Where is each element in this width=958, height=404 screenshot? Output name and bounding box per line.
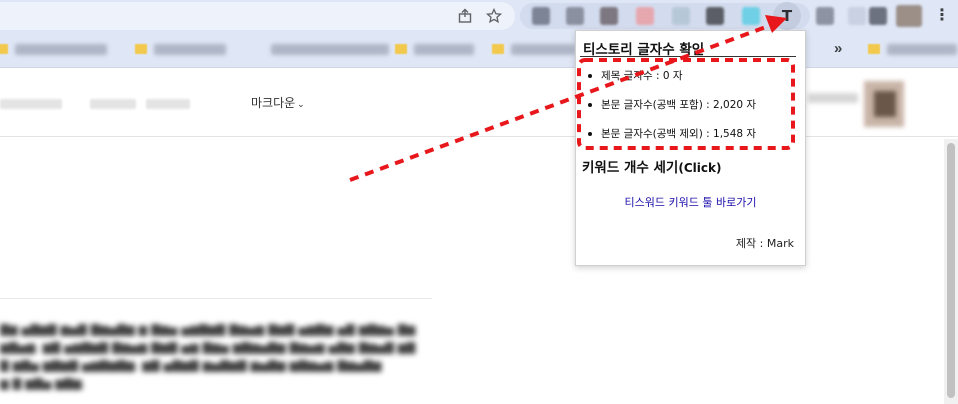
keyword-count-label: 키워드 개수 세기: [582, 160, 679, 176]
align-tools-icon[interactable]: [0, 99, 62, 109]
blurred-text-line: ▆ ▇ ▆▇▅ ▆▇▆.: [0, 376, 86, 390]
keyword-count-click-hint: (Click): [678, 161, 722, 175]
bookmark-item[interactable]: [252, 41, 389, 57]
bookmark-item[interactable]: [492, 41, 575, 57]
folder-icon: [492, 44, 504, 54]
link-tools-icon[interactable]: [146, 99, 190, 109]
bookmark-label: [15, 43, 107, 55]
extension-icon[interactable]: [869, 7, 887, 25]
extensions-area: [520, 3, 810, 29]
text-t-icon: T: [781, 7, 793, 25]
count-list: 제목 글자수 : 0 자 본문 글자수(공백 포함) : 2,020 자 본문 …: [586, 70, 756, 157]
bookmark-item[interactable]: [135, 41, 226, 57]
extension-icon[interactable]: [706, 7, 724, 25]
extension-icon[interactable]: [636, 7, 654, 25]
address-bar[interactable]: [0, 2, 515, 30]
page-scrollbar[interactable]: [944, 139, 958, 404]
profile-avatar[interactable]: [896, 5, 922, 27]
maker-credit: 제작 : Mark: [735, 237, 794, 250]
blurred-avatar-graphic: [808, 81, 904, 127]
blurred-text-line: ▆▇▅▆. ▆▇ ▅▆▇▆▇ ▇▆▅▆ ▇▆▇ ▅▆ ▇▆▅ ▆▇▆▅▇▆ ▇▆…: [0, 340, 416, 354]
bookmark-label: [511, 43, 575, 55]
folder-icon: [868, 44, 880, 54]
browser-toolbar: T ⋮: [0, 0, 958, 31]
bookmark-label: [154, 43, 226, 55]
editor-mode-label: 마크다운: [251, 96, 296, 110]
bookmark-favicon: [252, 44, 264, 54]
extension-icon[interactable]: [742, 7, 760, 25]
folder-icon: [395, 44, 407, 54]
bookmarks-overflow-icon[interactable]: »: [834, 40, 842, 57]
extension-icon[interactable]: [532, 7, 550, 25]
popup-title: 티스토리 글자수 확인: [583, 42, 705, 58]
bookmark-label: [414, 43, 474, 55]
editor-toolbar: 마크다운 ⌄: [0, 69, 958, 137]
bookmark-item[interactable]: [0, 41, 107, 57]
body-char-count-without-spaces: 본문 글자수(공백 제외) : 1,548 자: [586, 128, 756, 157]
bookmark-label: [887, 43, 957, 55]
list-tools-icon[interactable]: [90, 99, 136, 109]
extension-icon[interactable]: [816, 7, 834, 25]
chevron-down-icon: ⌄: [297, 100, 305, 110]
keyword-count-button[interactable]: 키워드 개수 세기(Click): [582, 156, 721, 176]
keyword-tool-link[interactable]: 티스워드 키워드 툴 바로가기: [576, 194, 805, 210]
blurred-text-line: ▇ ▆▇▅ ▆▇▆▇ ▅▆▇▆▇▆. ▆▇ ▅▇▆▇ ▆▅▇▆▇ ▆▅▇▆ ▆▇…: [0, 358, 382, 372]
folder-icon: [0, 44, 8, 54]
blurred-text-line: ▇▆ ▅▇▆▇ ▆▅▇ ▇▆▅▇▆ ▆ ▇▆▅ ▅▆▇▆▇ ▇▆▅▆ ▇▆▇ ▅…: [0, 322, 416, 336]
editor-page: 마크다운 ⌄ ▇▆ ▅▇▆▇ ▆▅▇ ▇▆▅▇▆ ▆ ▇▆▅ ▅▆▇▆▇ ▇▆▅▆…: [0, 69, 958, 404]
content-divider: [0, 298, 432, 299]
body-char-count-with-spaces: 본문 글자수(공백 포함) : 2,020 자: [586, 99, 756, 128]
star-icon-graphic: [485, 7, 503, 24]
bookmark-label: [271, 43, 389, 55]
extension-icon[interactable]: [848, 7, 866, 25]
bookmark-item[interactable]: [868, 41, 957, 57]
extension-icon[interactable]: [600, 7, 618, 25]
bookmark-item[interactable]: [395, 41, 474, 57]
tistory-count-extension-button[interactable]: T: [773, 2, 801, 30]
editor-mode-select[interactable]: 마크다운 ⌄: [251, 94, 305, 111]
extension-icon[interactable]: [566, 7, 584, 25]
share-icon-graphic: [458, 8, 472, 23]
bookmark-bar: »: [0, 31, 958, 68]
share-icon[interactable]: [456, 8, 474, 26]
title-char-count: 제목 글자수 : 0 자: [586, 70, 756, 99]
extension-icon[interactable]: [672, 7, 690, 25]
star-icon[interactable]: [485, 7, 503, 26]
blurred-body-text: ▇▆ ▅▇▆▇ ▆▅▇ ▇▆▅▇▆ ▆ ▇▆▅ ▅▆▇▆▇ ▇▆▅▆ ▇▆▇ ▅…: [0, 320, 430, 392]
scrollbar-thumb[interactable]: [947, 143, 955, 398]
folder-icon: [135, 44, 147, 54]
more-menu-icon[interactable]: ⋮: [934, 6, 950, 26]
blurred-user-area: [808, 81, 908, 127]
title-underline: [580, 56, 796, 57]
tistory-char-count-popup: 티스토리 글자수 확인 제목 글자수 : 0 자 본문 글자수(공백 포함) :…: [575, 30, 806, 266]
